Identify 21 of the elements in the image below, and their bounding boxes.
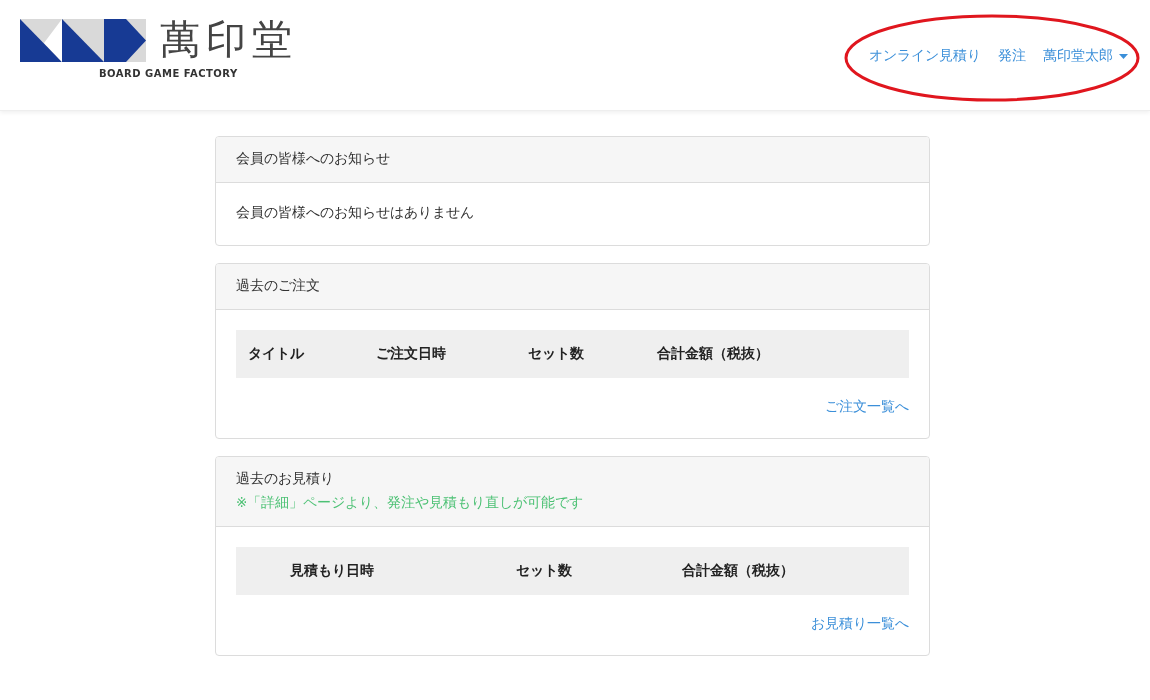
- card-title: 過去のご注文: [236, 277, 321, 295]
- list-link[interactable]: お見積り一覧へ: [811, 615, 909, 633]
- card-title: 会員の皆様へのお知らせ: [236, 150, 391, 168]
- column-header: セット数: [516, 562, 573, 580]
- column-header: タイトル: [248, 345, 305, 363]
- logo-tagline: BOARD GAME FACTORY: [99, 68, 238, 79]
- column-header: 見積もり日時: [290, 562, 375, 580]
- card-title: 過去のお見積り: [236, 470, 335, 488]
- column-header: 合計金額（税抜）: [657, 345, 770, 363]
- notice-message: 会員の皆様へのお知らせはありません: [236, 204, 474, 220]
- nav-link[interactable]: オンライン見積り: [869, 47, 981, 65]
- nav-link[interactable]: 萬印堂太郎: [1043, 47, 1128, 65]
- caret-icon: [1119, 53, 1128, 59]
- column-header: 合計金額（税抜）: [682, 562, 795, 580]
- logo-icon: [20, 19, 146, 62]
- column-header: ご注文日時: [376, 345, 447, 363]
- hint-text: ※「詳細」ページより、発注や見積もり直しが可能です: [236, 494, 585, 512]
- nav-link[interactable]: 発注: [998, 47, 1026, 65]
- list-link[interactable]: ご注文一覧へ: [825, 398, 909, 416]
- column-header: セット数: [528, 345, 585, 363]
- logo-wordmark: 萬印堂: [160, 17, 298, 61]
